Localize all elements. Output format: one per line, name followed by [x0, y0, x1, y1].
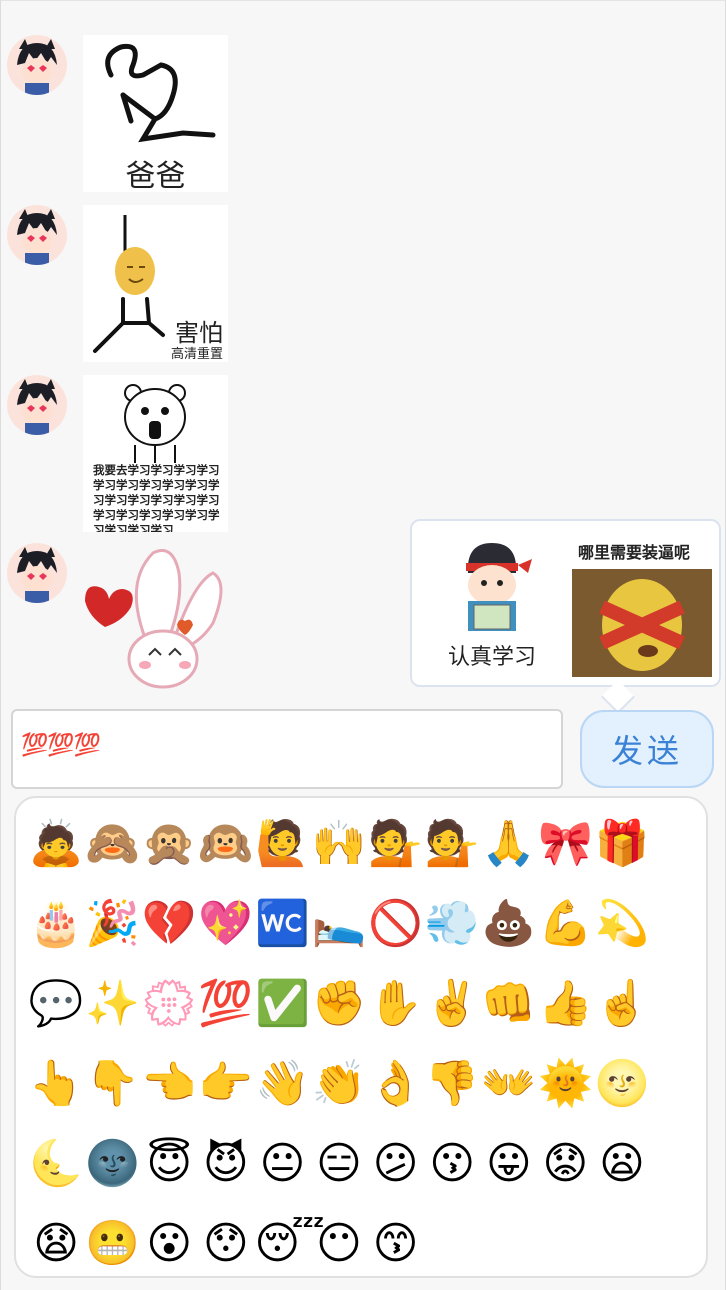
sticker-image[interactable]: 我要去学习学习学习学习学习学习学习学习学习学习学习学习学习学习学习学习学习学习学… [83, 375, 228, 532]
emoji-key[interactable]: 🎉 [85, 884, 141, 964]
emoji-key[interactable]: 💁 [424, 804, 480, 884]
emoji-key[interactable]: ✌️ [424, 964, 480, 1044]
emoji-key[interactable]: 🌚 [85, 1124, 141, 1204]
emoji-key[interactable]: 🚾 [254, 884, 310, 964]
emoji-key[interactable]: 😈 [198, 1124, 254, 1204]
emoji-key[interactable]: 🙌 [311, 804, 367, 884]
emoji-key[interactable]: 👇 [85, 1044, 141, 1124]
avatar[interactable] [7, 35, 67, 95]
chat-screen: 爸爸 害怕 高清重置 我要去学习学习学习学习学习学习学习学习学习学习学习学习学习… [0, 0, 726, 1290]
emoji-key[interactable]: 😯 [198, 1204, 254, 1284]
sticker-image[interactable]: 害怕 高清重置 [83, 205, 228, 362]
avatar[interactable] [7, 205, 67, 265]
bear-drawing [124, 384, 186, 463]
emoji-key[interactable]: 😇 [141, 1124, 197, 1204]
emoji-key[interactable]: 🙈 [85, 804, 141, 884]
emoji-key[interactable]: ✅ [254, 964, 310, 1044]
emoji-key[interactable]: ✨ [85, 964, 141, 1044]
emoji-key[interactable]: 👏 [311, 1044, 367, 1124]
emoji-key[interactable]: 😟 [537, 1124, 593, 1204]
bunny-heart-drawing [85, 549, 223, 689]
blindfold-face-drawing [599, 579, 685, 671]
stick-figure-drawing [105, 43, 216, 143]
sticker-image[interactable] [83, 543, 228, 693]
emoji-key[interactable]: 😴 [254, 1204, 325, 1284]
suggested-sticker-caption: 认真学习 [447, 645, 536, 670]
sticker-subcaption: 高清重置 [171, 347, 224, 362]
emoji-key[interactable]: 💬 [28, 964, 84, 1044]
emoji-key[interactable]: 💩 [481, 884, 537, 964]
message-input[interactable]: 💯💯💯 [11, 709, 563, 789]
emoji-key[interactable]: 😕 [368, 1124, 424, 1204]
emoji-key[interactable]: 😶 [311, 1204, 367, 1284]
emoji-key[interactable]: 😧 [28, 1204, 84, 1284]
emoji-key[interactable]: 💪 [537, 884, 593, 964]
emoji-key[interactable]: 🛌 [311, 884, 367, 964]
emoji-key[interactable]: 💨 [424, 884, 480, 964]
emoji-key[interactable]: 👉 [198, 1044, 254, 1124]
emoji-key[interactable]: 🌝 [594, 1044, 650, 1124]
emoji-key[interactable]: 🙇 [28, 804, 84, 884]
sticker-suggestion-popup: 认真学习 哪里需要装逼呢 [410, 519, 721, 687]
emoji-key[interactable]: 😑 [311, 1124, 367, 1204]
emoji-key[interactable]: 💮 [141, 964, 197, 1044]
emoji-panel: 🙇 🙈 🙊 🙉 🙋 🙌 💁 💁 🙏 🎀 🎁 🎂 🎉 💔 💖 🚾 🛌 🚫 💨 💩 💪 💫 💬 ✨ 💮 💯 ✅ ✊ ✋ ✌️ 👊 👍 ☝️ 👆 👇 👈 👉 👋… [14, 796, 708, 1278]
sticker-image[interactable]: 爸爸 [83, 35, 228, 192]
emoji-key[interactable]: 😐 [254, 1124, 310, 1204]
emoji-key[interactable]: ✊ [311, 964, 367, 1044]
emoji-key[interactable]: 🌞 [537, 1044, 593, 1124]
emoji-key[interactable]: ✋ [368, 964, 424, 1044]
suggested-sticker[interactable]: 认真学习 [422, 533, 562, 677]
emoji-key[interactable]: 🚫 [368, 884, 424, 964]
emoji-key[interactable]: 😮 [141, 1204, 197, 1284]
emoji-key[interactable]: 👈 [141, 1044, 197, 1124]
sticker-caption: 我要去学习学习学习学习学习学习学习学习学习学习学习学习学习学习学习学习学习学习学… [93, 463, 220, 532]
emoji-key[interactable]: 🙊 [141, 804, 197, 884]
emoji-key[interactable]: 🎁 [594, 804, 650, 884]
emoji-key[interactable]: 💖 [198, 884, 254, 964]
emoji-grid: 🙇 🙈 🙊 🙉 🙋 🙌 💁 💁 🙏 🎀 🎁 🎂 🎉 💔 💖 🚾 🛌 🚫 💨 💩 💪 💫 💬 ✨ 💮 💯 ✅ ✊ ✋ ✌️ 👊 👍 ☝️ 👆 👇 👈 👉 👋… [28, 804, 651, 1284]
suggested-sticker[interactable]: 哪里需要装逼呢 [572, 533, 712, 677]
emoji-key[interactable]: 🎂 [28, 884, 84, 964]
emoji-key[interactable]: 👌 [368, 1044, 424, 1124]
emoji-key[interactable]: 👋 [254, 1044, 310, 1124]
emoji-key[interactable]: 🙉 [198, 804, 254, 884]
emoji-key[interactable]: ☝️ [594, 964, 650, 1044]
emoji-key[interactable]: 💫 [594, 884, 650, 964]
sticker-caption: 爸爸 [125, 159, 186, 192]
send-button[interactable]: 发送 [580, 710, 714, 788]
suggested-sticker-caption: 哪里需要装逼呢 [578, 543, 691, 562]
emoji-key[interactable]: 🙏 [481, 804, 537, 884]
emoji-key[interactable]: 😙 [368, 1204, 424, 1284]
emoji-key[interactable]: 😬 [85, 1204, 141, 1284]
emoji-key[interactable]: 👐 [481, 1044, 537, 1124]
emoji-key[interactable]: 👍 [537, 964, 593, 1044]
study-boy-drawing [466, 543, 532, 631]
emoji-key[interactable]: 🙋 [254, 804, 310, 884]
emoji-key[interactable]: 👊 [481, 964, 537, 1044]
avatar[interactable] [7, 543, 67, 603]
emoji-key[interactable]: 💔 [141, 884, 197, 964]
emoji-key[interactable]: 💯 [198, 964, 254, 1044]
emoji-key[interactable]: 👆 [28, 1044, 84, 1124]
emoji-key[interactable]: 💁 [368, 804, 424, 884]
emoji-key[interactable]: 👎 [424, 1044, 480, 1124]
emoji-key[interactable]: 🎀 [537, 804, 593, 884]
emoji-key[interactable]: 😛 [481, 1124, 537, 1204]
emoji-key[interactable]: 😗 [424, 1124, 480, 1204]
emoji-key[interactable]: 🌜 [28, 1124, 84, 1204]
avatar[interactable] [7, 375, 67, 435]
emoji-key[interactable]: 😦 [594, 1124, 650, 1204]
